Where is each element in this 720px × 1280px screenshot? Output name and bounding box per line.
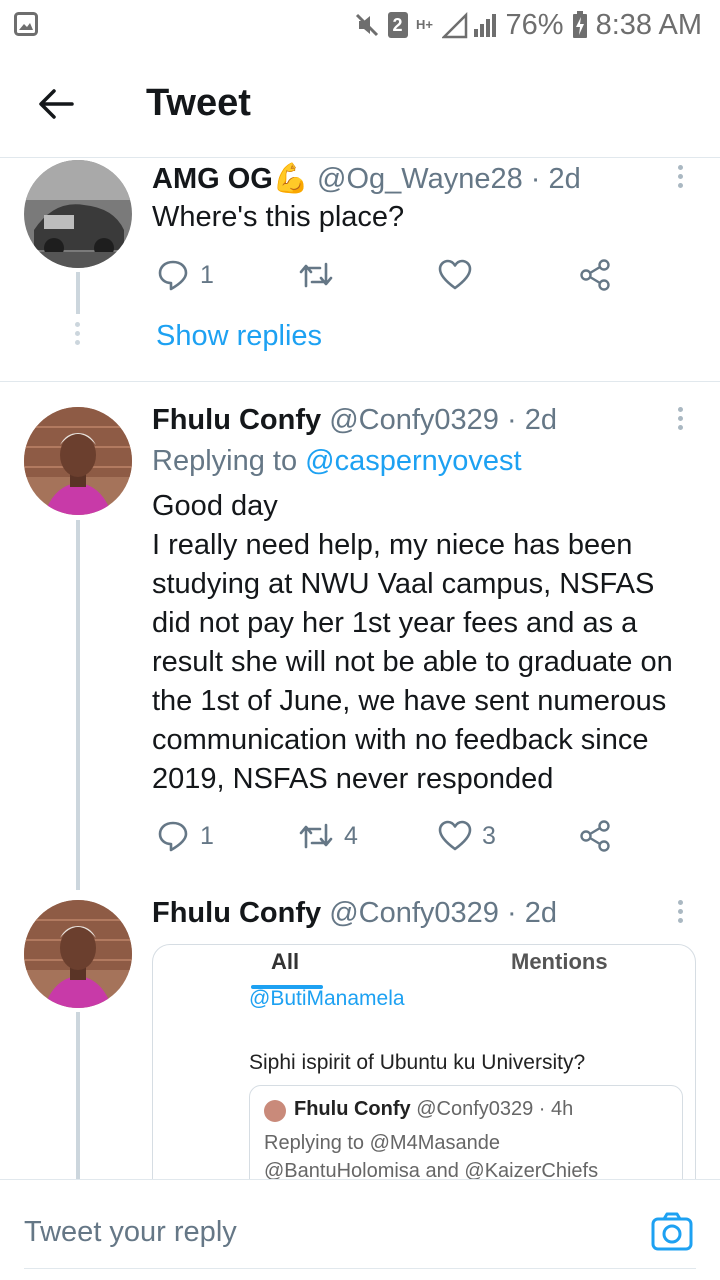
reply-underline: [24, 1268, 696, 1269]
tweet-header: Fhulu Confy @Confy0329 · 2d: [152, 897, 557, 930]
tweet-fhulu-confy-2[interactable]: Fhulu Confy @Confy0329 · 2d All Mentions…: [0, 0, 720, 1204]
media-tab-mentions: Mentions: [511, 949, 608, 974]
media-quote-avatar: [264, 1100, 286, 1122]
media-quote-handle: @Confy0329 · 4h: [416, 1098, 574, 1120]
handle[interactable]: @Confy0329: [329, 897, 499, 929]
media-quote-replying: Replying to @M4Masande: [264, 1132, 500, 1154]
media-tab-all: All: [271, 949, 300, 974]
media-quote-name: Fhulu Confy: [294, 1098, 411, 1120]
avatar[interactable]: [24, 900, 132, 1008]
timestamp: · 2d: [506, 897, 557, 929]
display-name[interactable]: Fhulu Confy: [152, 897, 321, 929]
reply-composer: [0, 1179, 720, 1280]
media-quote-header: Fhulu Confy @Confy0329 · 4h: [294, 1098, 573, 1121]
camera-icon[interactable]: [650, 1210, 694, 1254]
reply-input[interactable]: [24, 1212, 584, 1252]
tweet-media-image[interactable]: All Mentions @ButiManamela Siphi ispirit…: [152, 944, 696, 1204]
more-vertical-icon[interactable]: [672, 897, 688, 927]
media-mention: @ButiManamela: [249, 987, 405, 1010]
media-question: Siphi ispirit of Ubuntu ku University?: [249, 1051, 586, 1074]
thread-connector: [76, 1012, 80, 1180]
